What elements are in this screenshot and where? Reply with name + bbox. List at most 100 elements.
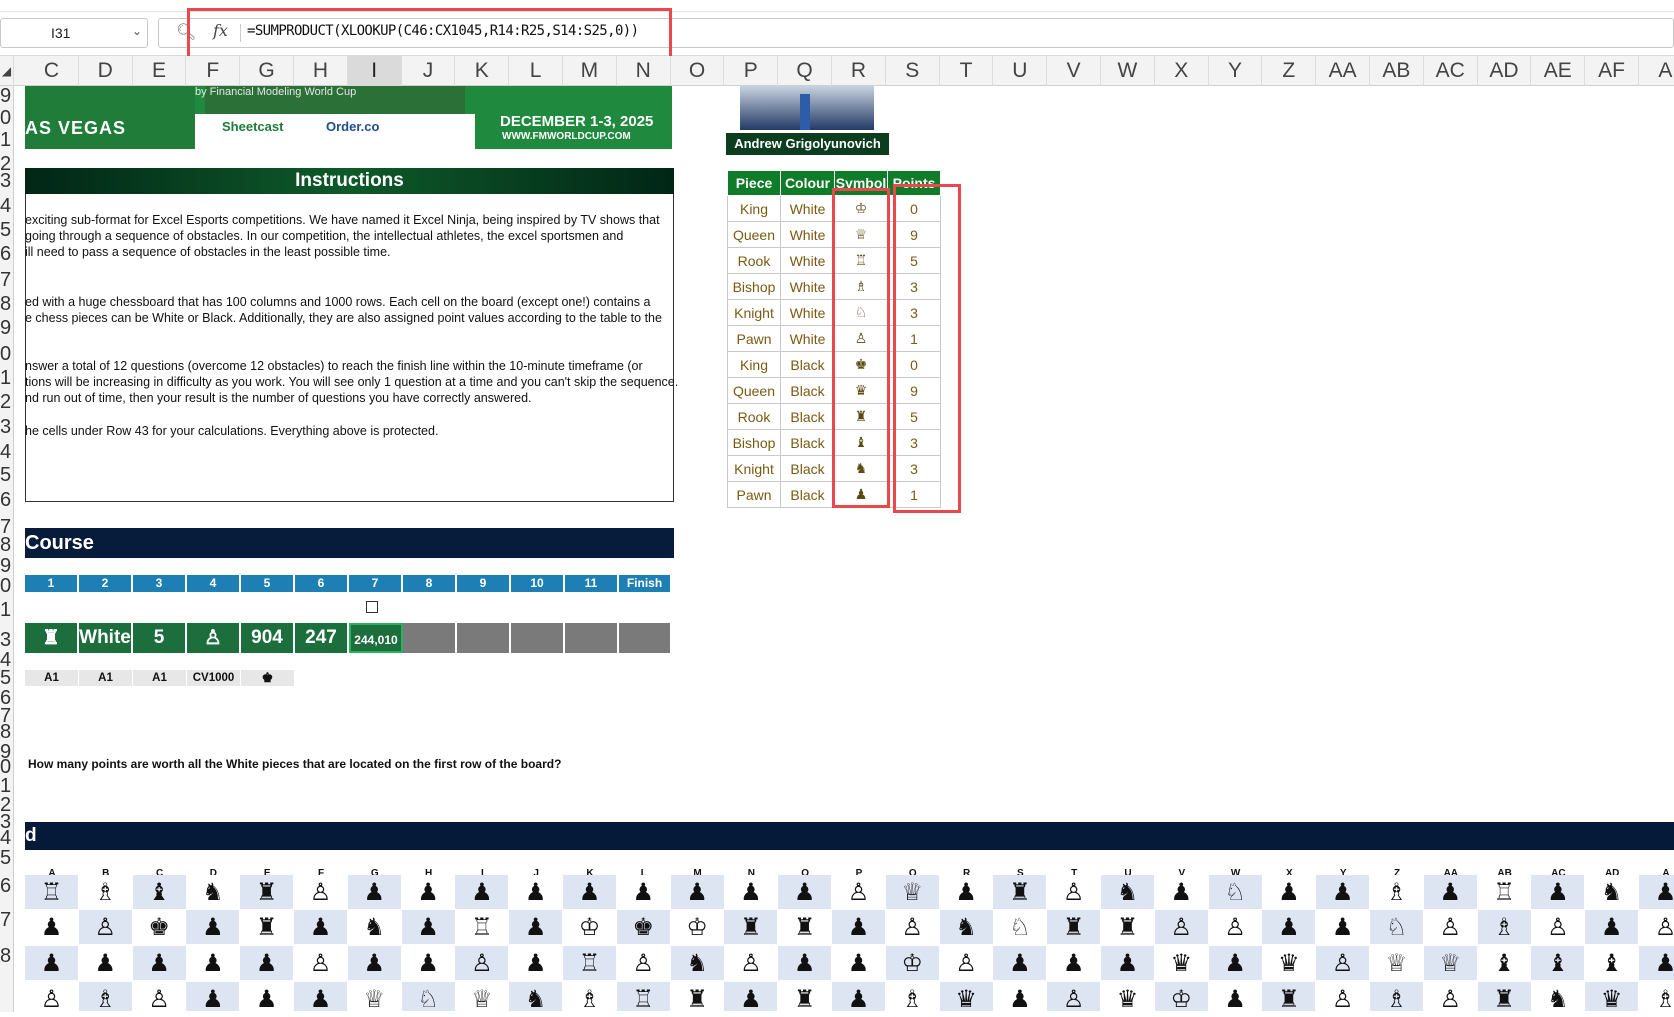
- board-cell[interactable]: ♟: [509, 875, 564, 910]
- piece-name[interactable]: Bishop: [727, 429, 781, 456]
- row-number[interactable]: 6: [0, 490, 14, 510]
- board-cell[interactable]: ♟: [294, 982, 348, 1013]
- row-number[interactable]: 5: [0, 668, 14, 688]
- board-cell[interactable]: ♜: [670, 982, 725, 1013]
- piece-colour[interactable]: White: [780, 299, 835, 326]
- board-cell[interactable]: ♟: [186, 910, 241, 945]
- row-number[interactable]: 4: [0, 442, 14, 462]
- row-number[interactable]: 1: [0, 776, 14, 796]
- column-header-ad[interactable]: AD: [1478, 56, 1532, 86]
- piece-colour[interactable]: Black: [780, 403, 835, 430]
- board-cell[interactable]: ♟: [25, 910, 79, 945]
- column-header-g[interactable]: G: [240, 56, 294, 86]
- board-cell[interactable]: ♜: [1262, 982, 1317, 1013]
- board-cell[interactable]: ♟: [186, 982, 241, 1013]
- board-cell[interactable]: ♔: [1154, 982, 1209, 1013]
- row-number[interactable]: 9: [0, 86, 14, 106]
- board-cell[interactable]: ♗: [563, 982, 617, 1013]
- column-header-c[interactable]: C: [25, 56, 79, 86]
- piece-colour[interactable]: Black: [780, 455, 835, 482]
- course-answer[interactable]: [457, 623, 511, 653]
- board-cell[interactable]: ♜: [778, 910, 833, 945]
- board-cell[interactable]: ♜: [1477, 982, 1532, 1013]
- board-cell[interactable]: ♟: [832, 946, 886, 981]
- board-cell[interactable]: ♗: [1639, 982, 1674, 1013]
- column-header-i[interactable]: I: [347, 56, 402, 86]
- board-cell[interactable]: ♟: [1208, 946, 1263, 981]
- course-answer[interactable]: [403, 623, 457, 653]
- board-cell[interactable]: ♖: [616, 982, 671, 1013]
- column-header-w[interactable]: W: [1101, 56, 1155, 86]
- piece-colour[interactable]: White: [780, 273, 835, 300]
- row-number[interactable]: 1: [0, 130, 14, 150]
- course-answer[interactable]: ♙: [187, 623, 241, 653]
- board-cell[interactable]: ♟: [1639, 875, 1674, 910]
- row-number[interactable]: 0: [0, 576, 14, 596]
- board-cell[interactable]: ♟: [455, 875, 510, 910]
- piece-colour[interactable]: Black: [780, 481, 835, 508]
- piece-colour[interactable]: White: [780, 195, 835, 222]
- column-header-x[interactable]: X: [1155, 56, 1209, 86]
- board-cell[interactable]: ♟: [401, 910, 456, 945]
- board-cell[interactable]: ♟: [724, 982, 779, 1013]
- board-cell[interactable]: ♕: [455, 982, 510, 1013]
- board-cell[interactable]: ♙: [1316, 946, 1371, 981]
- column-header-corner[interactable]: ◢: [0, 56, 14, 86]
- board-cell[interactable]: ♞: [670, 946, 725, 981]
- board-cell[interactable]: ♟: [347, 875, 402, 910]
- board-cell[interactable]: ♛: [1262, 946, 1317, 981]
- board-cell[interactable]: ♛: [939, 982, 994, 1013]
- board-cell[interactable]: ♕: [885, 875, 940, 910]
- column-header-u[interactable]: U: [993, 56, 1048, 86]
- piece-name[interactable]: Queen: [727, 377, 781, 404]
- board-cell[interactable]: ♝: [1585, 946, 1640, 981]
- row-number[interactable]: 4: [0, 828, 14, 848]
- row-number[interactable]: 9: [0, 556, 14, 576]
- piece-name[interactable]: Rook: [727, 403, 781, 430]
- board-cell[interactable]: ♝: [1477, 946, 1532, 981]
- row-number[interactable]: 5: [0, 465, 14, 485]
- board-cell[interactable]: ♟: [294, 910, 348, 945]
- board-cell[interactable]: ♟: [1101, 946, 1155, 981]
- board-cell[interactable]: ♖: [1477, 875, 1532, 910]
- board-cell[interactable]: ♙: [939, 946, 994, 981]
- board-cell[interactable]: ♟: [993, 982, 1048, 1013]
- board-cell[interactable]: ♔: [670, 910, 725, 945]
- board-cell[interactable]: ♟: [132, 946, 187, 981]
- board-cell[interactable]: ♟: [240, 982, 295, 1013]
- column-header-r[interactable]: R: [832, 56, 886, 86]
- board-cell[interactable]: ♙: [1047, 982, 1102, 1013]
- board-cell[interactable]: ♞: [1585, 875, 1640, 910]
- board-cell[interactable]: ♙: [294, 946, 348, 981]
- board-cell[interactable]: ♛: [1585, 982, 1640, 1013]
- board-cell[interactable]: ♞: [186, 875, 241, 910]
- row-number[interactable]: 4: [0, 650, 14, 670]
- piece-name[interactable]: Pawn: [727, 325, 781, 352]
- board-cell[interactable]: ♙: [78, 910, 133, 945]
- board-cell[interactable]: ♜: [778, 982, 833, 1013]
- board-cell[interactable]: ♟: [509, 946, 564, 981]
- row-number[interactable]: 0: [0, 757, 14, 777]
- board-cell[interactable]: ♟: [1047, 946, 1102, 981]
- column-header-n[interactable]: N: [617, 56, 671, 86]
- board-cell[interactable]: ♝: [132, 875, 187, 910]
- board-cell[interactable]: ♙: [885, 910, 940, 945]
- board-cell[interactable]: ♟: [509, 910, 564, 945]
- piece-name[interactable]: King: [727, 351, 781, 378]
- board-cell[interactable]: ♝: [1531, 946, 1586, 981]
- course-answer[interactable]: [511, 623, 565, 653]
- board-cell[interactable]: ♗: [1477, 910, 1532, 945]
- board-cell[interactable]: ♙: [132, 982, 187, 1013]
- board-cell[interactable]: ♖: [455, 910, 510, 945]
- board-cell[interactable]: ♟: [1208, 982, 1263, 1013]
- board-cell[interactable]: ♟: [616, 875, 671, 910]
- column-header-ae[interactable]: AE: [1531, 56, 1586, 86]
- board-cell[interactable]: ♟: [347, 946, 402, 981]
- chevron-down-icon[interactable]: ⌄: [132, 24, 142, 38]
- board-cell[interactable]: ♞: [1101, 875, 1155, 910]
- column-header-s[interactable]: S: [886, 56, 940, 86]
- board-cell[interactable]: ♟: [993, 946, 1048, 981]
- board-cell[interactable]: ♔: [563, 910, 617, 945]
- board-cell[interactable]: ♙: [1316, 982, 1371, 1013]
- course-answer[interactable]: 904: [241, 623, 295, 653]
